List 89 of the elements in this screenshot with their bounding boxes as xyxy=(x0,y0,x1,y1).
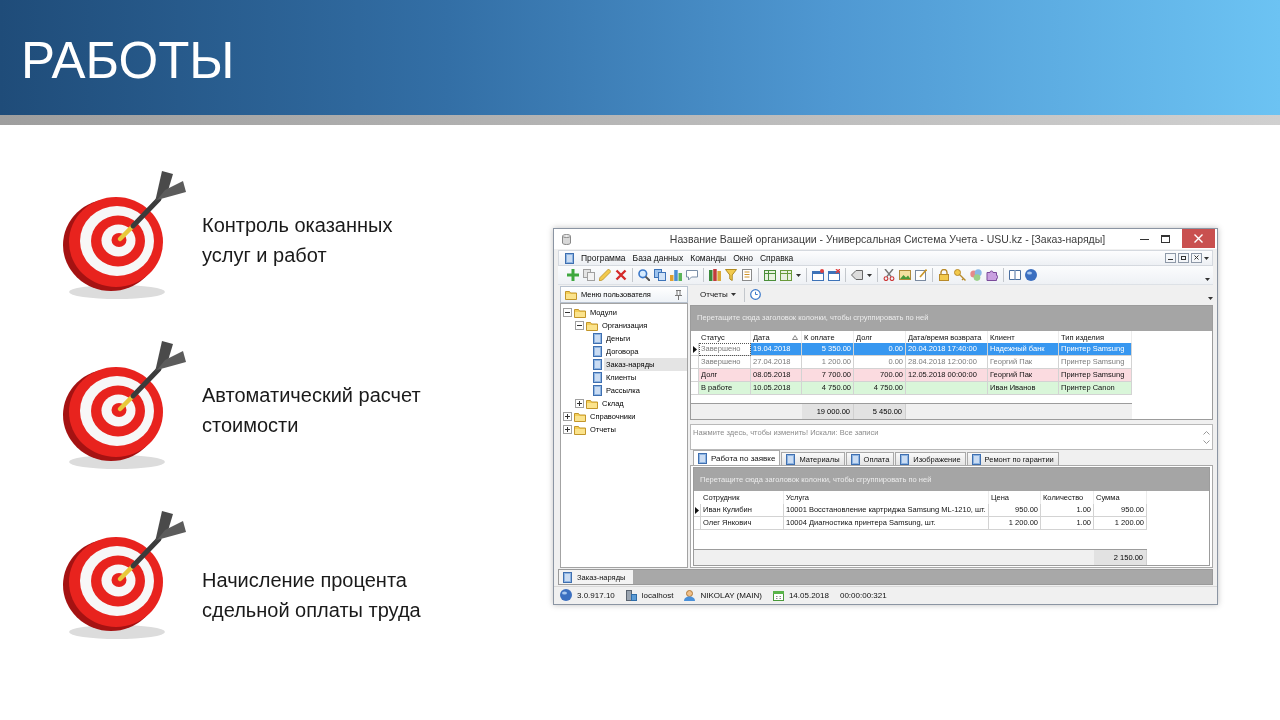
feature-text: Автоматический расчет стоимости xyxy=(202,383,421,438)
document-icon xyxy=(563,571,572,583)
feature-text: Контроль оказанных услуг и работ xyxy=(202,213,393,268)
reports-button[interactable]: Отчеты xyxy=(697,289,739,300)
puzzle-icon[interactable] xyxy=(986,269,998,281)
search-icon[interactable] xyxy=(638,269,650,281)
scissors-icon[interactable] xyxy=(883,269,895,281)
close-icon xyxy=(1194,234,1203,243)
folder-icon xyxy=(586,320,598,331)
collapse-icon[interactable] xyxy=(575,321,584,330)
folder-icon xyxy=(574,424,586,435)
chevron-up-icon[interactable] xyxy=(1202,430,1210,435)
document-icon xyxy=(593,346,602,357)
folder-icon xyxy=(565,289,577,300)
database-icon xyxy=(562,233,571,245)
folder-icon xyxy=(586,398,598,409)
tag-icon[interactable] xyxy=(851,269,863,281)
expand-icon[interactable] xyxy=(563,425,572,434)
image-icon[interactable] xyxy=(899,269,911,281)
comment-icon[interactable] xyxy=(686,269,698,281)
server-icon xyxy=(625,589,637,601)
close-icon[interactable] xyxy=(1191,253,1202,263)
row-selector[interactable] xyxy=(694,504,701,517)
caret-icon[interactable] xyxy=(730,293,736,296)
chevron-down-icon[interactable] xyxy=(1202,439,1210,444)
row-indicator-icon xyxy=(692,345,697,353)
list-icon[interactable] xyxy=(741,269,753,281)
calendar-icon xyxy=(772,589,784,601)
minimize-icon[interactable] xyxy=(1140,238,1149,240)
table-icon[interactable] xyxy=(764,269,776,281)
lock-icon[interactable] xyxy=(938,269,950,281)
window-title: Название Вашей организации - Универсальная Система Учета - USU.kz - [Заказ-наряды] xyxy=(669,233,1106,245)
sphere-icon xyxy=(560,589,572,601)
books-icon[interactable] xyxy=(709,269,721,281)
document-icon xyxy=(900,453,910,465)
close-button[interactable] xyxy=(1182,229,1215,248)
expand-icon[interactable] xyxy=(575,399,584,408)
edit-icon[interactable] xyxy=(915,269,927,281)
minimize-icon[interactable] xyxy=(1165,253,1176,263)
folder-icon xyxy=(574,411,586,422)
status-text: NIKOLAY (MAIN) xyxy=(700,590,762,600)
status-text: 3.0.917.10 xyxy=(577,590,615,600)
bar-chart-icon[interactable] xyxy=(670,269,682,281)
menu-item[interactable]: Справка xyxy=(756,253,797,263)
key-icon[interactable] xyxy=(954,269,966,281)
user-icon xyxy=(684,589,696,601)
document-icon xyxy=(593,385,602,396)
tab[interactable]: Работа по заявке xyxy=(693,450,781,465)
caret-icon[interactable] xyxy=(1208,297,1213,300)
window-icon[interactable] xyxy=(828,269,840,281)
document-icon xyxy=(593,359,602,370)
menu-item[interactable]: Окно xyxy=(730,253,756,263)
document-icon xyxy=(971,453,981,465)
documents-icon[interactable] xyxy=(654,269,666,281)
maximize-icon[interactable] xyxy=(1161,235,1170,243)
feature-text: Начисление процента сдельной оплаты труда xyxy=(202,568,421,623)
filter-icon[interactable] xyxy=(725,269,737,281)
slide-title: РАБОТЫ xyxy=(21,35,235,86)
row-indicator-icon xyxy=(695,506,699,514)
collapse-icon[interactable] xyxy=(563,308,572,317)
menu-item[interactable]: Программа xyxy=(578,253,629,263)
add-icon[interactable] xyxy=(567,269,579,281)
sphere-icon[interactable] xyxy=(1025,269,1037,281)
caret-icon[interactable] xyxy=(796,273,801,277)
document-icon xyxy=(593,333,602,344)
copy-icon[interactable] xyxy=(583,269,595,281)
menu-item[interactable]: Команды xyxy=(687,253,730,263)
document-icon xyxy=(565,252,574,264)
document-icon xyxy=(786,453,796,465)
window-icon[interactable] xyxy=(812,269,824,281)
folder-icon xyxy=(574,307,586,318)
document-icon xyxy=(698,452,707,464)
status-text: 00:00:00:321 xyxy=(839,590,887,600)
caret-icon[interactable] xyxy=(867,273,872,277)
table-icon[interactable] xyxy=(780,269,792,281)
delete-icon[interactable] xyxy=(615,269,627,281)
expand-icon[interactable] xyxy=(563,412,572,421)
pin-icon[interactable] xyxy=(674,289,683,300)
menu-item[interactable]: База данных xyxy=(629,253,687,263)
caret-icon[interactable] xyxy=(1205,278,1210,281)
clock-icon[interactable] xyxy=(749,289,761,300)
book-icon[interactable] xyxy=(1009,269,1021,281)
status-text: localhost xyxy=(641,590,674,600)
status-text: 14.05.2018 xyxy=(788,590,829,600)
document-icon xyxy=(850,453,860,465)
sort-ascending-icon xyxy=(792,334,798,340)
restore-icon[interactable] xyxy=(1178,253,1189,263)
caret-icon[interactable] xyxy=(1204,256,1209,260)
document-icon xyxy=(593,372,602,383)
